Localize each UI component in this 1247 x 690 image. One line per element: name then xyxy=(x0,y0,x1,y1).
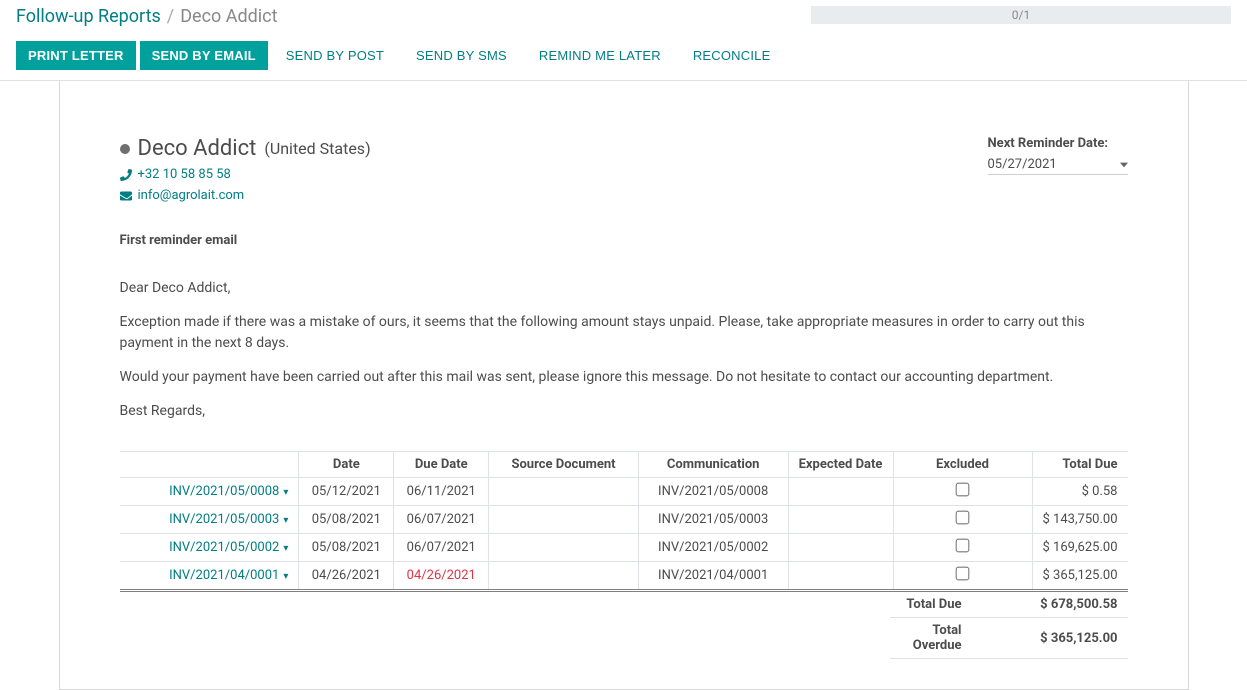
table-header-row: Date Due Date Source Document Communicat… xyxy=(120,452,1128,478)
cell-due-date-overdue: 04/26/2021 xyxy=(394,562,489,591)
cell-source xyxy=(489,478,639,506)
cell-date: 04/26/2021 xyxy=(299,562,394,591)
totals-table: Total Due $ 678,500.58 Total Overdue $ 3… xyxy=(120,592,1128,659)
col-communication: Communication xyxy=(638,452,788,478)
breadcrumb: Follow-up Reports / Deco Addict xyxy=(16,6,277,35)
invoice-link[interactable]: INV/2021/05/0003▾ xyxy=(120,506,299,534)
col-invoice xyxy=(120,452,299,478)
invoices-table: Date Due Date Source Document Communicat… xyxy=(120,451,1128,592)
cell-date: 05/08/2021 xyxy=(299,506,394,534)
next-reminder-block: Next Reminder Date: 05/27/2021 xyxy=(988,136,1128,203)
cell-amount: $ 143,750.00 xyxy=(1032,506,1127,534)
caret-down-icon: ▾ xyxy=(283,543,288,554)
excluded-checkbox[interactable] xyxy=(956,567,970,581)
total-overdue-amount: $ 365,125.00 xyxy=(972,618,1128,659)
partner-email-text: info@agrolait.com xyxy=(138,188,245,203)
action-bar: PRINT LETTER SEND BY EMAIL SEND BY POST … xyxy=(0,35,1247,81)
followup-document: Deco Addict (United States) +32 10 58 85… xyxy=(59,81,1189,690)
pager[interactable]: 0/1 xyxy=(811,6,1231,24)
total-due-label: Total Due xyxy=(890,592,972,618)
table-row: INV/2021/05/0003▾ 05/08/2021 06/07/2021 … xyxy=(120,506,1128,534)
cell-source xyxy=(489,534,639,562)
col-expected: Expected Date xyxy=(788,452,893,478)
breadcrumb-separator: / xyxy=(167,6,174,27)
invoice-link[interactable]: INV/2021/05/0002▾ xyxy=(120,534,299,562)
email-body: Dear Deco Addict, Exception made if ther… xyxy=(120,278,1128,421)
table-row: INV/2021/04/0001▾ 04/26/2021 04/26/2021 … xyxy=(120,562,1128,591)
caret-down-icon xyxy=(1120,161,1128,169)
total-due-row: Total Due $ 678,500.58 xyxy=(120,592,1128,618)
caret-down-icon: ▾ xyxy=(283,571,288,582)
cell-date: 05/12/2021 xyxy=(299,478,394,506)
next-reminder-label: Next Reminder Date: xyxy=(988,136,1128,151)
email-subject: First reminder email xyxy=(120,233,1128,248)
total-due-amount: $ 678,500.58 xyxy=(972,592,1128,618)
send-sms-button[interactable]: SEND BY SMS xyxy=(402,41,521,70)
cell-amount: $ 169,625.00 xyxy=(1032,534,1127,562)
cell-amount: $ 0.58 xyxy=(1032,478,1127,506)
partner-phone-text: +32 10 58 85 58 xyxy=(138,167,231,182)
breadcrumb-current: Deco Addict xyxy=(180,6,277,27)
body-paragraph-1: Exception made if there was a mistake of… xyxy=(120,312,1128,353)
cell-date: 05/08/2021 xyxy=(299,534,394,562)
breadcrumb-root[interactable]: Follow-up Reports xyxy=(16,6,161,27)
invoice-link[interactable]: INV/2021/05/0008▾ xyxy=(120,478,299,506)
cell-amount: $ 365,125.00 xyxy=(1032,562,1127,591)
reconcile-button[interactable]: RECONCILE xyxy=(679,41,785,70)
partner-name: Deco Addict (United States) xyxy=(120,136,371,161)
body-paragraph-2: Would your payment have been carried out… xyxy=(120,367,1128,387)
partner-phone[interactable]: +32 10 58 85 58 xyxy=(120,167,371,182)
col-source: Source Document xyxy=(489,452,639,478)
total-overdue-row: Total Overdue $ 365,125.00 xyxy=(120,618,1128,659)
invoice-link[interactable]: INV/2021/04/0001▾ xyxy=(120,562,299,591)
cell-excluded xyxy=(893,478,1032,506)
cell-due-date: 06/11/2021 xyxy=(394,478,489,506)
envelope-icon xyxy=(120,190,132,202)
cell-due-date: 06/07/2021 xyxy=(394,534,489,562)
total-overdue-label: Total Overdue xyxy=(890,618,972,659)
cell-due-date: 06/07/2021 xyxy=(394,506,489,534)
partner-country: (United States) xyxy=(264,139,370,158)
print-letter-button[interactable]: PRINT LETTER xyxy=(16,41,136,70)
caret-down-icon: ▾ xyxy=(283,487,288,498)
table-row: INV/2021/05/0008▾ 05/12/2021 06/11/2021 … xyxy=(120,478,1128,506)
body-signoff: Best Regards, xyxy=(120,401,1128,421)
excluded-checkbox[interactable] xyxy=(956,483,970,497)
remind-later-button[interactable]: REMIND ME LATER xyxy=(525,41,675,70)
cell-excluded xyxy=(893,506,1032,534)
cell-communication: INV/2021/05/0008 xyxy=(638,478,788,506)
col-excluded: Excluded xyxy=(893,452,1032,478)
excluded-checkbox[interactable] xyxy=(956,539,970,553)
cell-expected[interactable] xyxy=(788,562,893,591)
partner-name-text[interactable]: Deco Addict xyxy=(138,136,257,161)
col-total-due: Total Due xyxy=(1032,452,1127,478)
next-reminder-date-value: 05/27/2021 xyxy=(988,157,1057,172)
next-reminder-date[interactable]: 05/27/2021 xyxy=(988,155,1128,175)
send-email-button[interactable]: SEND BY EMAIL xyxy=(140,41,268,70)
send-post-button[interactable]: SEND BY POST xyxy=(272,41,398,70)
col-due-date: Due Date xyxy=(394,452,489,478)
cell-source xyxy=(489,506,639,534)
status-dot-icon xyxy=(120,144,130,154)
phone-icon xyxy=(120,169,132,181)
cell-communication: INV/2021/05/0002 xyxy=(638,534,788,562)
partner-block: Deco Addict (United States) +32 10 58 85… xyxy=(120,136,371,203)
cell-expected[interactable] xyxy=(788,506,893,534)
cell-source xyxy=(489,562,639,591)
cell-excluded xyxy=(893,562,1032,591)
excluded-checkbox[interactable] xyxy=(956,511,970,525)
table-row: INV/2021/05/0002▾ 05/08/2021 06/07/2021 … xyxy=(120,534,1128,562)
partner-email[interactable]: info@agrolait.com xyxy=(120,188,371,203)
cell-excluded xyxy=(893,534,1032,562)
col-date: Date xyxy=(299,452,394,478)
cell-expected[interactable] xyxy=(788,478,893,506)
caret-down-icon: ▾ xyxy=(283,515,288,526)
cell-communication: INV/2021/05/0003 xyxy=(638,506,788,534)
cell-communication: INV/2021/04/0001 xyxy=(638,562,788,591)
body-greeting: Dear Deco Addict, xyxy=(120,278,1128,298)
cell-expected[interactable] xyxy=(788,534,893,562)
